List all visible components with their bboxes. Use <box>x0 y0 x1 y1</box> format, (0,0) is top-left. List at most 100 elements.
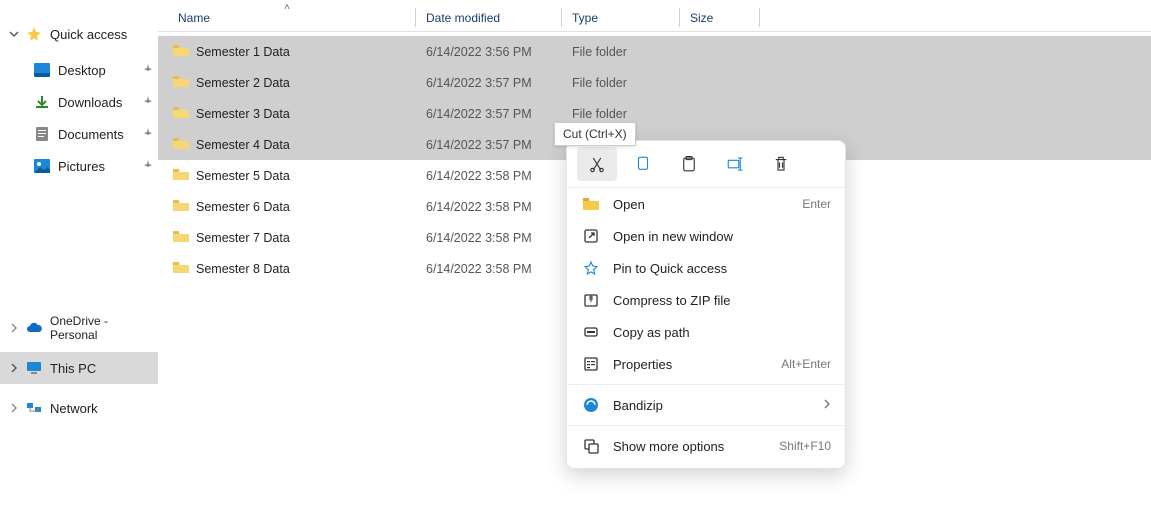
cloud-icon <box>26 320 42 336</box>
menu-open-new-window[interactable]: Open in new window <box>567 220 845 252</box>
sort-ascending-icon: ˄ <box>284 2 290 13</box>
nav-item-documents[interactable]: Documents <box>0 118 158 150</box>
column-label: Name <box>178 11 210 25</box>
nav-label: Pictures <box>58 159 138 174</box>
file-row[interactable]: Semester 1 Data6/14/2022 3:56 PMFile fol… <box>158 36 1151 67</box>
nav-item-onedrive[interactable]: OneDrive - Personal <box>0 312 158 344</box>
file-date: 6/14/2022 3:58 PM <box>416 200 562 214</box>
menu-shortcut: Shift+F10 <box>779 439 831 453</box>
nav-label: This PC <box>50 361 158 376</box>
more-options-icon <box>581 436 601 456</box>
desktop-icon <box>34 62 50 78</box>
column-header-size[interactable]: Size <box>680 4 760 31</box>
nav-quick-access[interactable]: Quick access <box>0 18 158 50</box>
file-name: Semester 8 Data <box>196 262 290 276</box>
pin-icon[interactable] <box>138 128 158 140</box>
file-date: 6/14/2022 3:58 PM <box>416 262 562 276</box>
star-icon <box>26 26 42 42</box>
file-name: Semester 6 Data <box>196 200 290 214</box>
bandizip-icon <box>581 395 601 415</box>
folder-open-icon <box>581 194 601 214</box>
nav-label: Quick access <box>50 27 158 42</box>
paste-button[interactable] <box>669 147 709 181</box>
rename-button[interactable] <box>715 147 755 181</box>
chevron-right-icon <box>6 320 22 336</box>
folder-icon <box>172 198 190 215</box>
folder-icon <box>172 105 190 122</box>
menu-shortcut: Enter <box>802 197 831 211</box>
file-date: 6/14/2022 3:56 PM <box>416 45 562 59</box>
context-menu: Open Enter Open in new window Pin to Qui… <box>566 140 846 469</box>
folder-icon <box>172 43 190 60</box>
properties-icon <box>581 354 601 374</box>
nav-item-pictures[interactable]: Pictures <box>0 150 158 182</box>
file-row[interactable]: Semester 3 Data 6/14/2022 3:57 PMFile fol… <box>158 98 1151 129</box>
file-date: 6/14/2022 3:57 PM <box>416 76 562 90</box>
nav-label: Desktop <box>58 63 138 78</box>
menu-label: Compress to ZIP file <box>613 293 831 308</box>
column-header-type[interactable]: Type <box>562 4 680 31</box>
navigation-pane: Quick access Desktop Downloads Doc <box>0 0 158 511</box>
column-header-date[interactable]: Date modified <box>416 4 562 31</box>
monitor-icon <box>26 360 42 376</box>
file-row[interactable]: Semester 2 Data 6/14/2022 3:57 PMFile fol… <box>158 67 1151 98</box>
nav-item-network[interactable]: Network <box>0 392 158 424</box>
folder-icon <box>172 74 190 91</box>
cut-button[interactable] <box>577 147 617 181</box>
nav-item-this-pc[interactable]: This PC <box>0 352 158 384</box>
documents-icon <box>34 126 50 142</box>
chevron-right-icon <box>6 360 22 376</box>
file-date: 6/14/2022 3:57 PM <box>416 138 562 152</box>
copy-button[interactable] <box>623 147 663 181</box>
menu-show-more-options[interactable]: Show more options Shift+F10 <box>567 430 845 462</box>
folder-icon <box>172 229 190 246</box>
nav-label: OneDrive - Personal <box>50 314 158 342</box>
menu-open[interactable]: Open Enter <box>567 188 845 220</box>
menu-label: Properties <box>613 357 781 372</box>
nav-item-downloads[interactable]: Downloads <box>0 86 158 118</box>
file-name: Semester 4 Data <box>196 138 290 152</box>
file-name: Semester 3 Data <box>196 107 290 121</box>
pin-icon[interactable] <box>138 160 158 172</box>
pin-icon[interactable] <box>138 64 158 76</box>
column-header-name[interactable]: Name ˄ <box>158 4 416 31</box>
network-icon <box>26 400 42 416</box>
star-outline-icon <box>581 258 601 278</box>
pin-icon[interactable] <box>138 96 158 108</box>
menu-label: Copy as path <box>613 325 831 340</box>
tooltip-text: Cut (Ctrl+X) <box>563 127 627 141</box>
menu-copy-as-path[interactable]: Copy as path <box>567 316 845 348</box>
copy-path-icon <box>581 322 601 342</box>
zip-icon <box>581 290 601 310</box>
column-label: Date modified <box>426 11 500 25</box>
nav-label: Network <box>50 401 158 416</box>
file-date: 6/14/2022 3:58 PM <box>416 169 562 183</box>
file-date: 6/14/2022 3:58 PM <box>416 231 562 245</box>
downloads-icon <box>34 94 50 110</box>
file-list-area: Name ˄ Date modified Type Size Semester … <box>158 0 1151 511</box>
delete-button[interactable] <box>761 147 801 181</box>
menu-shortcut: Alt+Enter <box>781 357 831 371</box>
menu-label: Bandizip <box>613 398 815 413</box>
menu-compress-zip[interactable]: Compress to ZIP file <box>567 284 845 316</box>
context-menu-toolbar <box>567 141 845 188</box>
file-name: Semester 2 Data <box>196 76 290 90</box>
column-label: Size <box>690 11 713 25</box>
file-name: Semester 1 Data <box>196 45 290 59</box>
new-window-icon <box>581 226 601 246</box>
file-type: File folder <box>562 76 680 90</box>
menu-pin-quick-access[interactable]: Pin to Quick access <box>567 252 845 284</box>
chevron-right-icon <box>823 398 831 412</box>
menu-properties[interactable]: Properties Alt+Enter <box>567 348 845 380</box>
column-label: Type <box>572 11 598 25</box>
folder-icon <box>172 136 190 153</box>
folder-icon <box>172 260 190 277</box>
menu-bandizip[interactable]: Bandizip <box>567 389 845 421</box>
file-type: File folder <box>562 107 680 121</box>
chevron-right-icon <box>6 400 22 416</box>
menu-label: Open <box>613 197 802 212</box>
file-date: 6/14/2022 3:57 PM <box>416 107 562 121</box>
file-name: Semester 5 Data <box>196 169 290 183</box>
menu-label: Show more options <box>613 439 779 454</box>
nav-item-desktop[interactable]: Desktop <box>0 54 158 86</box>
